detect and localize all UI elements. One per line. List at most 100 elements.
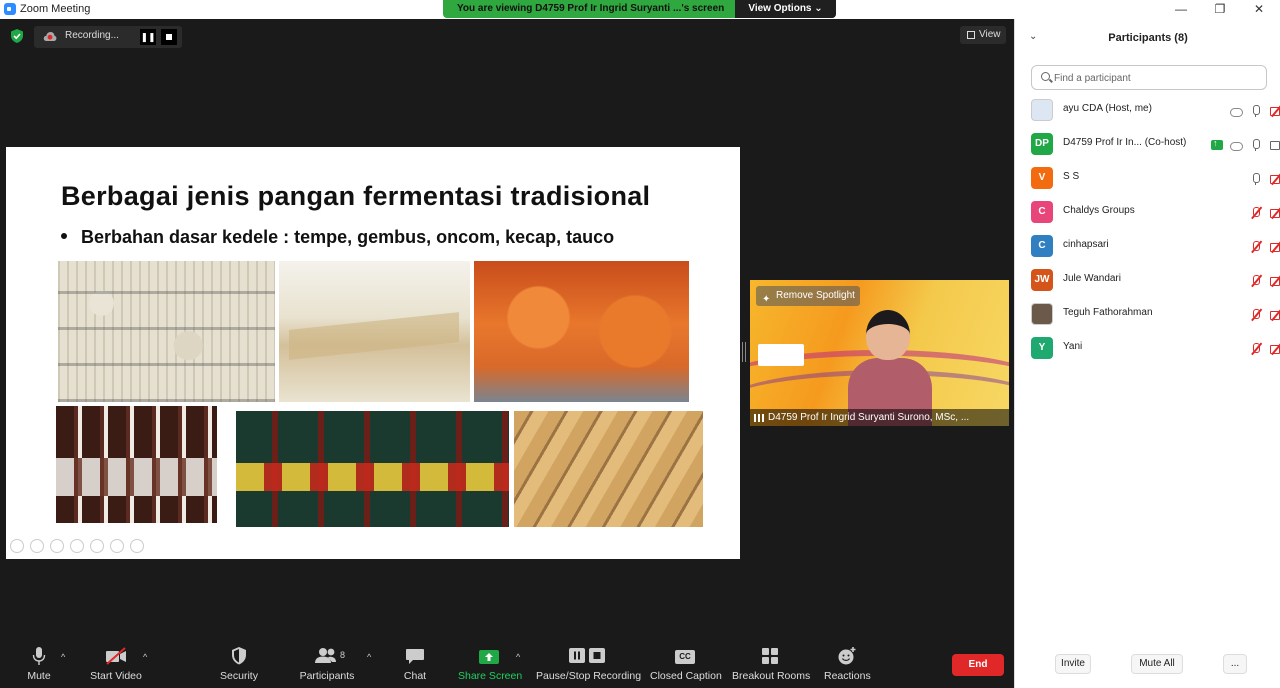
participant-row[interactable]: Teguh Fathorahman — [1031, 302, 1280, 326]
microphone-muted-icon[interactable] — [1249, 206, 1263, 220]
mute-button[interactable]: Mute — [24, 646, 54, 682]
view-layout-label: View — [979, 29, 1001, 40]
participant-row[interactable]: VS S — [1031, 166, 1280, 190]
participant-row[interactable]: Y Yani — [1031, 336, 1280, 360]
participant-row[interactable]: JW Jule Wandari — [1031, 268, 1280, 292]
participant-row[interactable]: Ccinhapsari — [1031, 234, 1280, 258]
microphone-icon[interactable] — [1249, 138, 1263, 152]
sharing-screen-icon — [1211, 138, 1223, 150]
mute-all-button[interactable]: Mute All — [1131, 654, 1183, 674]
recording-indicator: Recording... ❚❚ — [34, 26, 182, 48]
reactions-emoji-icon — [838, 647, 856, 665]
participant-row[interactable]: C Chaldys Groups — [1031, 200, 1280, 224]
share-screen-button[interactable]: Share Screen — [458, 646, 523, 682]
participants-panel: ⌄ Participants (8) ayu CDA (Host, me)DPD… — [1014, 19, 1280, 688]
audio-options-caret-icon[interactable]: ^ — [61, 652, 65, 662]
reactions-button[interactable]: Reactions — [824, 646, 871, 682]
participant-search[interactable] — [1031, 65, 1267, 90]
tool-copy-icon[interactable] — [70, 539, 84, 553]
window-title: Zoom Meeting — [20, 3, 91, 15]
close-button[interactable]: ✕ — [1249, 1, 1269, 18]
participant-avatar: Y — [1031, 337, 1053, 359]
security-button[interactable]: Security — [220, 646, 258, 682]
microphone-muted-icon[interactable] — [1249, 342, 1263, 356]
microphone-muted-icon[interactable] — [1249, 274, 1263, 288]
chat-button[interactable]: Chat — [402, 646, 428, 682]
video-icon[interactable] — [1269, 138, 1280, 152]
remove-spotlight-label: Remove Spotlight — [776, 290, 855, 301]
participant-status-icons — [1243, 340, 1280, 356]
participants-button[interactable]: Participants — [298, 646, 356, 682]
tool-next-icon[interactable] — [30, 539, 44, 553]
participant-avatar: JW — [1031, 269, 1053, 291]
participant-avatar — [1031, 99, 1053, 121]
start-video-button[interactable]: Start Video — [88, 646, 144, 682]
tool-prev-icon[interactable] — [10, 539, 24, 553]
participant-row[interactable]: DP D4759 Prof Ir In... (Co-host) — [1031, 132, 1280, 156]
microphone-muted-icon[interactable] — [1249, 240, 1263, 254]
participant-avatar: C — [1031, 235, 1053, 257]
video-off-icon[interactable] — [1269, 274, 1280, 288]
participants-panel-title: Participants (8) — [1108, 32, 1188, 44]
pin-icon: ✦ — [762, 294, 771, 305]
tool-screen-icon[interactable] — [110, 539, 124, 553]
closed-caption-button[interactable]: CC Closed Caption — [650, 646, 722, 682]
tempe-photo — [58, 261, 275, 402]
share-screen-label: Share Screen — [458, 670, 523, 682]
speaker-name: D4759 Prof Ir Ingrid Suryanti Surono, MS… — [768, 412, 970, 423]
view-options-button[interactable]: View Options ⌄ — [735, 0, 836, 18]
pause-stop-recording-label: Pause/Stop Recording — [536, 670, 642, 682]
oncom-photo — [474, 261, 689, 402]
share-options-caret-icon[interactable]: ^ — [516, 652, 520, 662]
kecap-bottles-photo — [236, 411, 509, 527]
breakout-rooms-button[interactable]: Breakout Rooms — [732, 646, 811, 682]
participant-name: Jule Wandari — [1063, 273, 1121, 284]
microphone-icon[interactable] — [1249, 172, 1263, 186]
video-options-caret-icon[interactable]: ^ — [143, 652, 147, 662]
remove-spotlight-button[interactable]: ✦ Remove Spotlight — [756, 286, 860, 306]
participant-name: cinhapsari — [1063, 239, 1109, 250]
video-off-icon[interactable] — [1269, 342, 1280, 356]
video-off-icon[interactable] — [1269, 240, 1280, 254]
security-label: Security — [220, 670, 258, 682]
video-off-icon[interactable] — [1269, 104, 1280, 118]
video-off-icon[interactable] — [1269, 308, 1280, 322]
more-options-button[interactable]: ... — [1223, 654, 1247, 674]
participant-name: Yani — [1063, 341, 1083, 352]
speaker-name-bar: D4759 Prof Ir Ingrid Suryanti Surono, MS… — [750, 409, 1009, 426]
participant-status-icons — [1243, 238, 1280, 254]
tempe-chips-photo — [514, 411, 703, 527]
video-off-icon[interactable] — [1269, 172, 1280, 186]
encryption-shield-icon[interactable] — [10, 29, 24, 43]
participant-avatar: C — [1031, 201, 1053, 223]
tool-more-icon[interactable] — [130, 539, 144, 553]
shared-screen-slide[interactable]: Berbagai jenis pangan fermentasi tradisi… — [6, 147, 740, 559]
recording-stop-button[interactable] — [161, 29, 177, 45]
resize-grip-icon[interactable] — [742, 342, 746, 362]
recording-text: Recording... — [65, 30, 119, 41]
video-off-icon[interactable] — [1269, 206, 1280, 220]
slide-title: Berbagai jenis pangan fermentasi tradisi… — [61, 181, 651, 211]
participant-name: Chaldys Groups — [1063, 205, 1135, 216]
end-meeting-button[interactable]: End — [952, 654, 1004, 676]
pause-stop-recording-button[interactable]: Pause/Stop Recording — [536, 646, 642, 682]
participants-options-caret-icon[interactable]: ^ — [367, 652, 371, 662]
breakout-rooms-label: Breakout Rooms — [732, 670, 811, 682]
tool-pen-icon[interactable] — [50, 539, 64, 553]
participants-panel-footer: Invite Mute All ... — [1015, 652, 1280, 678]
microphone-muted-icon[interactable] — [1249, 308, 1263, 322]
restore-button[interactable]: ❐ — [1210, 1, 1230, 18]
recording-pause-button[interactable]: ❚❚ — [140, 29, 156, 45]
participant-row[interactable]: ayu CDA (Host, me) — [1031, 98, 1280, 122]
mute-label: Mute — [27, 670, 51, 682]
participants-label: Participants — [299, 670, 355, 682]
participant-search-input[interactable] — [1054, 70, 1254, 86]
view-layout-button[interactable]: View — [960, 26, 1006, 44]
invite-button[interactable]: Invite — [1055, 654, 1091, 674]
participant-name: Teguh Fathorahman — [1063, 307, 1153, 318]
speaker-video[interactable]: ✦ Remove Spotlight D4759 Prof Ir Ingrid … — [750, 280, 1009, 426]
microphone-icon[interactable] — [1249, 104, 1263, 118]
tool-zoom-icon[interactable] — [90, 539, 104, 553]
minimize-button[interactable]: — — [1171, 1, 1191, 18]
tauco-bottles-photo — [56, 406, 217, 523]
